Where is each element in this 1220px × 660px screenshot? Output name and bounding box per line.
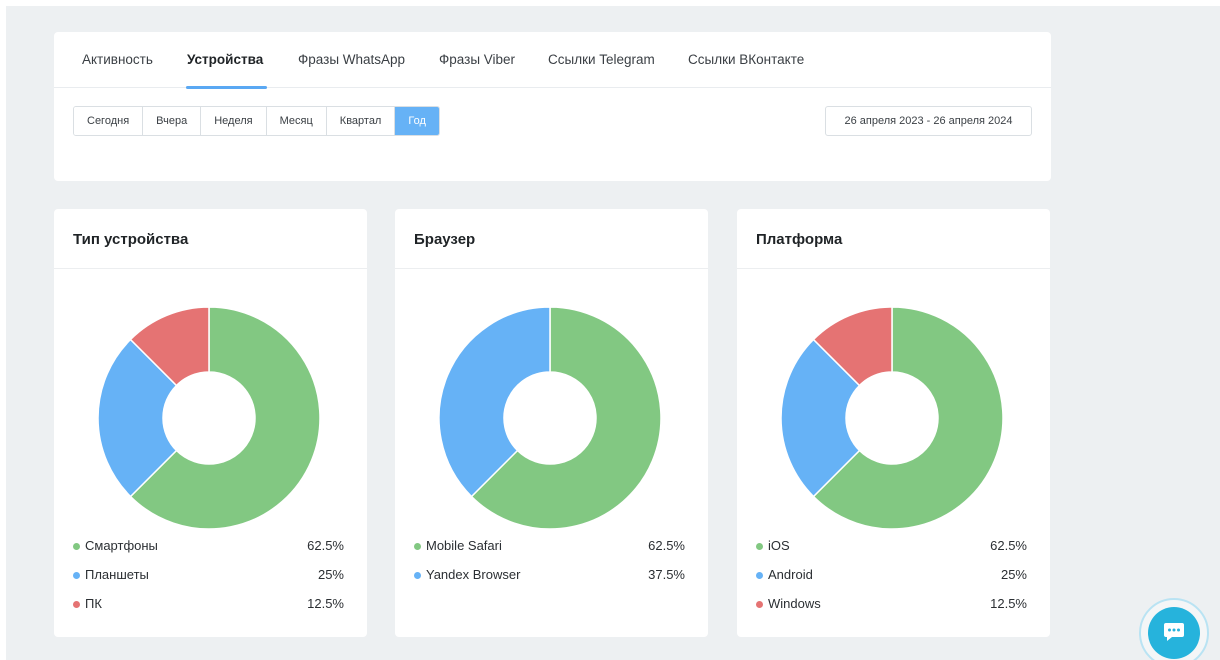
- legend-label: Android: [768, 567, 813, 582]
- period-yesterday-button[interactable]: Вчера: [143, 107, 202, 135]
- chat-widget-button[interactable]: [1148, 607, 1200, 659]
- date-range-picker[interactable]: 26 апреля 2023 - 26 апреля 2024: [825, 106, 1032, 136]
- legend-value: 12.5%: [990, 596, 1027, 611]
- legend-label: Смартфоны: [85, 538, 158, 553]
- period-quarter-button[interactable]: Квартал: [326, 107, 396, 135]
- browser-donut-chart: [438, 306, 662, 530]
- period-week-button[interactable]: Неделя: [201, 107, 267, 135]
- card-divider: [395, 268, 708, 269]
- period-selector: Сегодня Вчера Неделя Месяц Квартал Год: [73, 106, 440, 136]
- period-month-button[interactable]: Месяц: [266, 107, 327, 135]
- chat-bubble-icon: [1164, 623, 1184, 641]
- browser-card: Браузер Mobile Safari 62.5% Yandex Brows…: [395, 209, 708, 637]
- card-title: Тип устройства: [73, 231, 189, 248]
- tab-bar: Активность Устройства Фразы WhatsApp Фра…: [54, 32, 1051, 88]
- legend-value: 62.5%: [648, 538, 685, 553]
- tab-activity[interactable]: Активность: [82, 52, 153, 67]
- legend-dot: [756, 543, 763, 550]
- legend-item: Mobile Safari 62.5%: [414, 538, 685, 567]
- legend-label: Windows: [768, 596, 821, 611]
- legend-item: Планшеты 25%: [73, 567, 344, 596]
- legend-label: Планшеты: [85, 567, 149, 582]
- device-type-card: Тип устройства Смартфоны 62.5% Планшеты …: [54, 209, 367, 637]
- legend-value: 25%: [317, 567, 344, 582]
- legend-item: Windows 12.5%: [756, 596, 1027, 625]
- filters-card: Активность Устройства Фразы WhatsApp Фра…: [54, 32, 1051, 181]
- legend-dot: [756, 601, 763, 608]
- platform-donut-chart: [780, 306, 1004, 530]
- legend-item: Yandex Browser 37.5%: [414, 567, 685, 596]
- legend-dot: [73, 572, 80, 579]
- tab-whatsapp-phrases[interactable]: Фразы WhatsApp: [298, 52, 405, 67]
- legend-value: 62.5%: [307, 538, 344, 553]
- tab-telegram-links[interactable]: Ссылки Telegram: [548, 52, 655, 67]
- legend-label: Mobile Safari: [426, 538, 502, 553]
- legend-value: 62.5%: [990, 538, 1027, 553]
- legend-item: ПК 12.5%: [73, 596, 344, 625]
- legend-dot: [414, 572, 421, 579]
- active-tab-indicator: [186, 86, 267, 89]
- card-divider: [737, 268, 1050, 269]
- legend: Смартфоны 62.5% Планшеты 25% ПК 12.5%: [73, 538, 344, 625]
- legend-item: Смартфоны 62.5%: [73, 538, 344, 567]
- legend-item: Android 25%: [756, 567, 1027, 596]
- period-today-button[interactable]: Сегодня: [74, 107, 144, 135]
- tab-devices[interactable]: Устройства: [187, 52, 263, 67]
- legend-dot: [414, 543, 421, 550]
- legend-dot: [73, 543, 80, 550]
- legend-value: 25%: [1000, 567, 1027, 582]
- legend-value: 37.5%: [648, 567, 685, 582]
- device-type-donut-chart: [97, 306, 321, 530]
- card-title: Браузер: [414, 231, 476, 248]
- period-year-button[interactable]: Год: [395, 107, 439, 135]
- legend-dot: [73, 601, 80, 608]
- legend: iOS 62.5% Android 25% Windows 12.5%: [756, 538, 1027, 625]
- legend-item: iOS 62.5%: [756, 538, 1027, 567]
- card-divider: [54, 268, 367, 269]
- legend: Mobile Safari 62.5% Yandex Browser 37.5%: [414, 538, 685, 596]
- tab-viber-phrases[interactable]: Фразы Viber: [439, 52, 515, 67]
- legend-label: Yandex Browser: [426, 567, 521, 582]
- legend-label: iOS: [768, 538, 790, 553]
- platform-card: Платформа iOS 62.5% Android 25% Windows …: [737, 209, 1050, 637]
- legend-value: 12.5%: [307, 596, 344, 611]
- tab-vk-links[interactable]: Ссылки ВКонтакте: [688, 52, 804, 67]
- card-title: Платформа: [756, 231, 843, 248]
- legend-dot: [756, 572, 763, 579]
- legend-label: ПК: [85, 596, 102, 611]
